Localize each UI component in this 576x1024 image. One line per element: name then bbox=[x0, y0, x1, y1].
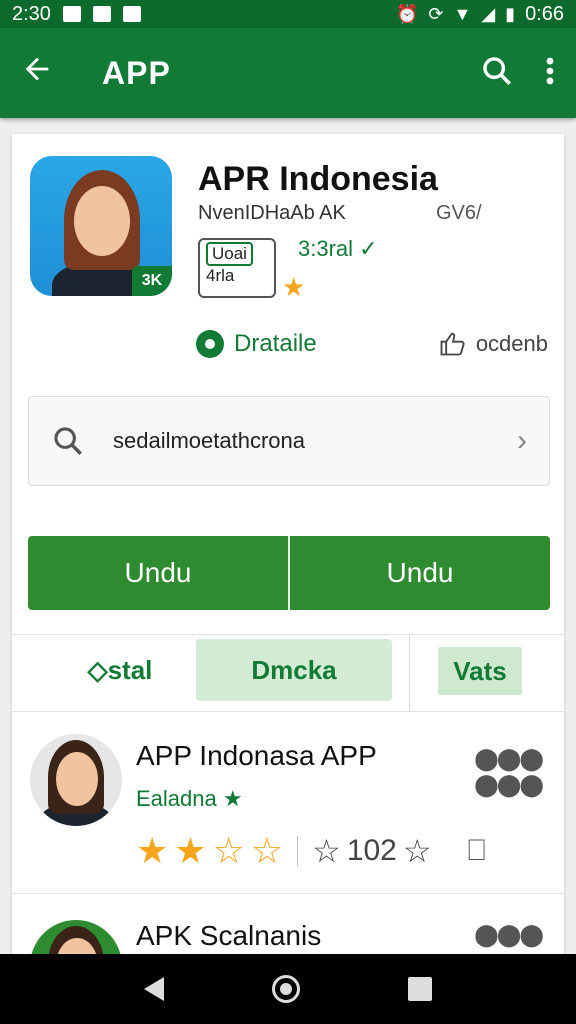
list-item[interactable]: APP Indonasa APP Ealadna ★ ⬤⬤⬤ ⬤⬤⬤ ★ ★ ☆ … bbox=[12, 724, 564, 894]
nav-back-icon[interactable] bbox=[144, 977, 164, 1001]
search-icon[interactable] bbox=[480, 54, 514, 93]
more-dots-icon[interactable]: ⬤⬤⬤ bbox=[474, 922, 544, 948]
star-filled-icon: ★ bbox=[174, 830, 207, 871]
list-item-title: APP Indonasa APP bbox=[136, 740, 377, 771]
star-icon: ★ bbox=[282, 272, 306, 302]
content-rating-box: Uoai 4rla bbox=[198, 238, 276, 298]
list-item-subtitle: Ealadna ★ bbox=[136, 786, 243, 811]
app-version: GV6/ bbox=[436, 202, 482, 224]
search-text: sedailmoetathcrona bbox=[113, 428, 306, 453]
status-bar: 2:30 ⏰ ⟳ ▼ ◢ ▮ 0:66 bbox=[0, 0, 576, 28]
alarm-icon: ⏰ bbox=[395, 4, 419, 24]
sync-icon: ⟳ bbox=[428, 4, 444, 24]
status-left: 2:30 bbox=[12, 3, 141, 26]
app-bar-actions bbox=[480, 54, 556, 93]
bookmark-icon[interactable]: ⎕ bbox=[468, 834, 486, 868]
download-icon bbox=[122, 6, 141, 22]
tab-stal[interactable]: ◇stal bbox=[40, 639, 200, 701]
battery-icon: ▮ bbox=[505, 4, 516, 24]
message-icon bbox=[92, 6, 111, 22]
list-item-title: APK Scalnanis bbox=[136, 920, 322, 951]
back-arrow-icon[interactable] bbox=[20, 52, 66, 95]
avatar bbox=[30, 920, 122, 954]
content-rating-line1: Uoai bbox=[206, 242, 253, 266]
tab-bar: ◇stal Dmcka Vats bbox=[12, 634, 564, 712]
gear-icon bbox=[196, 330, 224, 358]
star-outline-icon: ☆ bbox=[250, 830, 284, 871]
star-outline-icon: ☆ bbox=[212, 830, 245, 871]
status-right: ⏰ ⟳ ▼ ◢ ▮ 0:66 bbox=[396, 3, 564, 26]
search-bar[interactable]: sedailmoetathcrona › bbox=[28, 396, 550, 486]
star-outline-icon: ☆ bbox=[312, 833, 341, 869]
share-label: ocdenb bbox=[475, 331, 548, 356]
status-time-left: 2:30 bbox=[12, 2, 51, 25]
rating-divider bbox=[297, 836, 299, 866]
wifi-icon: ▼ bbox=[453, 4, 472, 24]
rating-row: ★ ★ ☆ ☆ ☆ 102 ☆ ⎕ bbox=[136, 830, 486, 872]
install-button-left[interactable]: Undu bbox=[28, 536, 288, 610]
details-label: Drataile bbox=[234, 330, 317, 357]
signal-icon: ◢ bbox=[481, 4, 496, 24]
star-outline-icon: ☆ bbox=[402, 833, 432, 869]
app-title: APR Indonesia bbox=[198, 160, 438, 198]
overflow-menu-icon[interactable] bbox=[544, 54, 556, 93]
install-button-right[interactable]: Undu bbox=[288, 536, 550, 610]
review-count: 102 bbox=[346, 834, 397, 867]
nav-home-icon[interactable] bbox=[272, 975, 300, 1003]
app-icon: 3K bbox=[30, 156, 172, 296]
tab-vats[interactable]: Vats bbox=[438, 647, 522, 695]
list-item[interactable]: APK Scalnanis ⬤⬤⬤ bbox=[12, 910, 564, 954]
app-score: 3:3ral ✓ bbox=[298, 236, 378, 261]
details-link[interactable]: Drataile bbox=[196, 330, 317, 358]
app-bar-title: APP bbox=[102, 54, 171, 91]
install-button-row: Undu Undu bbox=[28, 536, 550, 610]
developer-name[interactable]: NvenIDHaAb AK bbox=[198, 202, 346, 225]
avatar-face bbox=[74, 186, 130, 256]
avatar-face bbox=[56, 752, 98, 806]
thumb-up-icon bbox=[440, 332, 465, 356]
app-detail-card: 3K APR Indonesia NvenIDHaAb AK GV6/ Uoai… bbox=[12, 134, 564, 954]
system-nav-bar bbox=[0, 954, 576, 1024]
avatar bbox=[30, 734, 122, 826]
tab-divider bbox=[409, 635, 410, 711]
more-dots-icon[interactable]: ⬤⬤⬤ ⬤⬤⬤ bbox=[474, 746, 544, 798]
search-icon bbox=[54, 427, 82, 455]
app-badge: 3K bbox=[132, 266, 172, 296]
app-bar: APP bbox=[0, 28, 576, 118]
content-rating-line2: 4rla bbox=[206, 266, 235, 285]
nav-recents-icon[interactable] bbox=[408, 977, 432, 1001]
tab-dmcka[interactable]: Dmcka bbox=[196, 639, 392, 701]
status-time-right: 0:66 bbox=[525, 2, 564, 25]
star-filled-icon: ★ bbox=[136, 830, 169, 871]
chevron-right-icon: › bbox=[517, 424, 527, 457]
notification-icon bbox=[62, 6, 81, 22]
share-link[interactable]: ocdenb bbox=[438, 330, 548, 358]
